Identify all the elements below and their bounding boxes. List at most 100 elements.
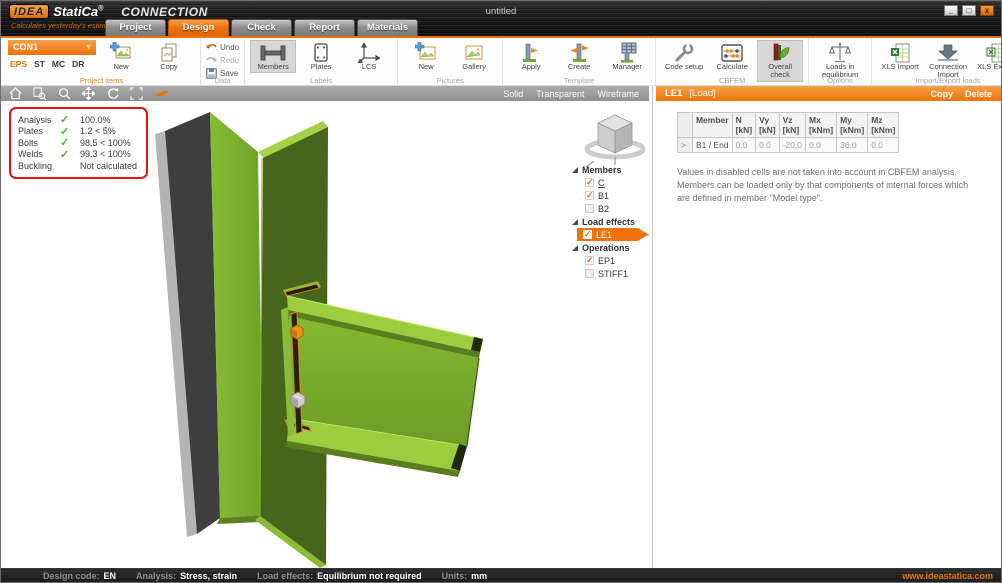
ribbon-group-data: Undo Redo Save Data xyxy=(201,38,245,85)
labels-plates-button[interactable]: Plates xyxy=(298,40,344,73)
website-link[interactable]: www.ideastatica.com xyxy=(902,571,1001,581)
paint-brush-icon[interactable] xyxy=(154,89,170,99)
view-toolbar: Solid Transparent Wireframe xyxy=(1,86,649,101)
plate-icon xyxy=(314,42,328,63)
model-tree: Members✓C✓B1B2Load effects✓LE1Operations… xyxy=(569,163,649,280)
tree-section-load-effects[interactable]: Load effects xyxy=(569,215,649,228)
labels-lcs-button[interactable]: LCS xyxy=(346,40,392,73)
view-mode-group: Solid Transparent Wireframe xyxy=(503,89,639,99)
view-mode-wireframe[interactable]: Wireframe xyxy=(597,89,639,99)
copy-project-item-button[interactable]: Copy xyxy=(146,40,192,73)
table-header-vy: Vy[kN] xyxy=(756,113,780,138)
value-cell[interactable]: 0.0 xyxy=(756,138,780,153)
tree-item-b2[interactable]: B2 xyxy=(569,202,649,215)
statusbar-item-analysis-: Analysis:Stress, strain xyxy=(136,571,237,581)
template-create-button[interactable]: Create xyxy=(556,40,602,73)
checkbox-checked-icon[interactable]: ✓ xyxy=(585,191,594,200)
checkbox-checked-icon[interactable]: ✓ xyxy=(583,230,592,239)
expander-icon[interactable] xyxy=(572,219,578,225)
title-bar: IDEA StatiCa® CONNECTION Calculates yest… xyxy=(1,1,1001,36)
tree-item-b1[interactable]: ✓ B1 xyxy=(569,189,649,202)
tree-item-label: STIFF1 xyxy=(598,269,628,279)
rotate-icon[interactable] xyxy=(106,87,119,100)
value-cell[interactable]: -20.0 xyxy=(779,138,805,153)
tree-item-label: B1 xyxy=(598,191,609,201)
value-cell[interactable]: 0.0 xyxy=(732,138,756,153)
status-row-value: 98.5 < 100% xyxy=(80,138,131,148)
expander-icon[interactable] xyxy=(572,167,578,173)
picture-gallery-button[interactable]: Gallery xyxy=(451,40,497,73)
expander-icon[interactable] xyxy=(572,245,578,251)
statusbar-value: Equilibrium not required xyxy=(317,571,422,581)
tree-item-ep1[interactable]: ✓EP1 xyxy=(569,254,649,267)
new-picture-icon xyxy=(110,42,132,63)
minimize-button[interactable]: _ xyxy=(944,5,958,16)
checkbox-checked-icon[interactable]: ✓ xyxy=(585,256,594,265)
xls-import-button[interactable]: XLS Import xyxy=(877,40,923,73)
zoom-region-icon[interactable] xyxy=(33,87,47,100)
tree-item-le1[interactable]: ✓LE1 xyxy=(577,228,649,241)
mode-row: EPS ST MC DR xyxy=(8,59,96,69)
3d-viewport[interactable]: Analysis✓100.0%Plates✓1.2 < 5%Bolts✓98.5… xyxy=(1,101,649,568)
close-button[interactable]: x xyxy=(980,5,994,16)
mode-dr[interactable]: DR xyxy=(72,59,84,69)
fit-view-icon[interactable] xyxy=(130,87,143,100)
axes-icon xyxy=(358,42,380,63)
bolt-bottom[interactable] xyxy=(291,392,305,408)
checkbox-unchecked-icon[interactable] xyxy=(585,204,594,213)
calculate-button[interactable]: Calculate xyxy=(709,40,755,73)
tree-section-members[interactable]: Members xyxy=(569,163,649,176)
status-row-label: Buckling xyxy=(18,161,60,171)
copy-load-button[interactable]: Copy xyxy=(930,89,953,99)
view-mode-transparent[interactable]: Transparent xyxy=(536,89,584,99)
home-icon[interactable] xyxy=(9,87,22,100)
redo-button[interactable]: Redo xyxy=(206,54,239,66)
bolt-top[interactable] xyxy=(291,325,303,339)
table-header-mz: Mz[kNm] xyxy=(868,113,899,138)
tab-design[interactable]: Design xyxy=(168,19,229,36)
check-ok-icon: ✓ xyxy=(60,148,80,161)
ribbon-group-cbfem: Code setup Calculate Overall check CBFEM xyxy=(656,38,809,85)
undo-button[interactable]: Undo xyxy=(206,41,239,53)
connection-selector[interactable]: CON1▼ xyxy=(8,40,96,55)
checkbox-checked-icon[interactable]: ✓ xyxy=(585,178,594,187)
zoom-icon[interactable] xyxy=(58,87,71,100)
tab-materials[interactable]: Materials xyxy=(357,19,418,36)
ribbon-group-options: Loads in equilibrium Options xyxy=(809,38,872,85)
template-manager-button[interactable]: Manager xyxy=(604,40,650,73)
ibeam-icon xyxy=(260,42,286,63)
code-setup-button[interactable]: Code setup xyxy=(661,40,707,73)
picture-new-icon xyxy=(415,42,437,63)
load-table-row[interactable]: >B1 / End0.00.0-20.00.036.00.0 xyxy=(677,138,898,153)
tree-item-c[interactable]: ✓C xyxy=(569,176,649,189)
ribbon-group-project-items: CON1▼ EPSSTMCDR New Copy Project items xyxy=(3,38,201,85)
picture-new-button[interactable]: New xyxy=(403,40,449,73)
navigation-cube[interactable] xyxy=(586,115,643,167)
tab-project[interactable]: Project xyxy=(105,19,166,36)
new-project-item-button[interactable]: New xyxy=(98,40,144,73)
value-cell[interactable]: 36.0 xyxy=(837,138,868,153)
mode-mc[interactable]: MC xyxy=(52,59,65,69)
ribbon-group-pictures: New Gallery Pictures xyxy=(398,38,503,85)
checkbox-unchecked-icon[interactable] xyxy=(585,269,594,278)
mode-st[interactable]: ST xyxy=(34,59,45,69)
maximize-button[interactable]: □ xyxy=(962,5,976,16)
value-cell[interactable]: 0.0 xyxy=(806,138,837,153)
pan-icon[interactable] xyxy=(82,87,95,100)
tree-section-operations[interactable]: Operations xyxy=(569,241,649,254)
panel-splitter[interactable] xyxy=(649,86,656,568)
xls-export-button[interactable]: XLS Export xyxy=(973,40,1002,73)
labels-members-button[interactable]: Members xyxy=(250,40,296,73)
delete-load-button[interactable]: Delete xyxy=(965,89,992,99)
view-mode-solid[interactable]: Solid xyxy=(503,89,523,99)
value-cell[interactable]: 0.0 xyxy=(868,138,899,153)
load-table-body: >B1 / End0.00.0-20.00.036.00.0 xyxy=(677,138,898,153)
tab-check[interactable]: Check xyxy=(231,19,292,36)
row-marker: > xyxy=(677,138,692,153)
statusbar-label: Design code: xyxy=(43,571,100,581)
tab-report[interactable]: Report xyxy=(294,19,355,36)
mode-eps[interactable]: EPS xyxy=(10,59,27,69)
template-apply-button[interactable]: Apply xyxy=(508,40,554,73)
selected-item-title: LE1 xyxy=(665,88,682,99)
tree-item-stiff1[interactable]: STIFF1 xyxy=(569,267,649,280)
